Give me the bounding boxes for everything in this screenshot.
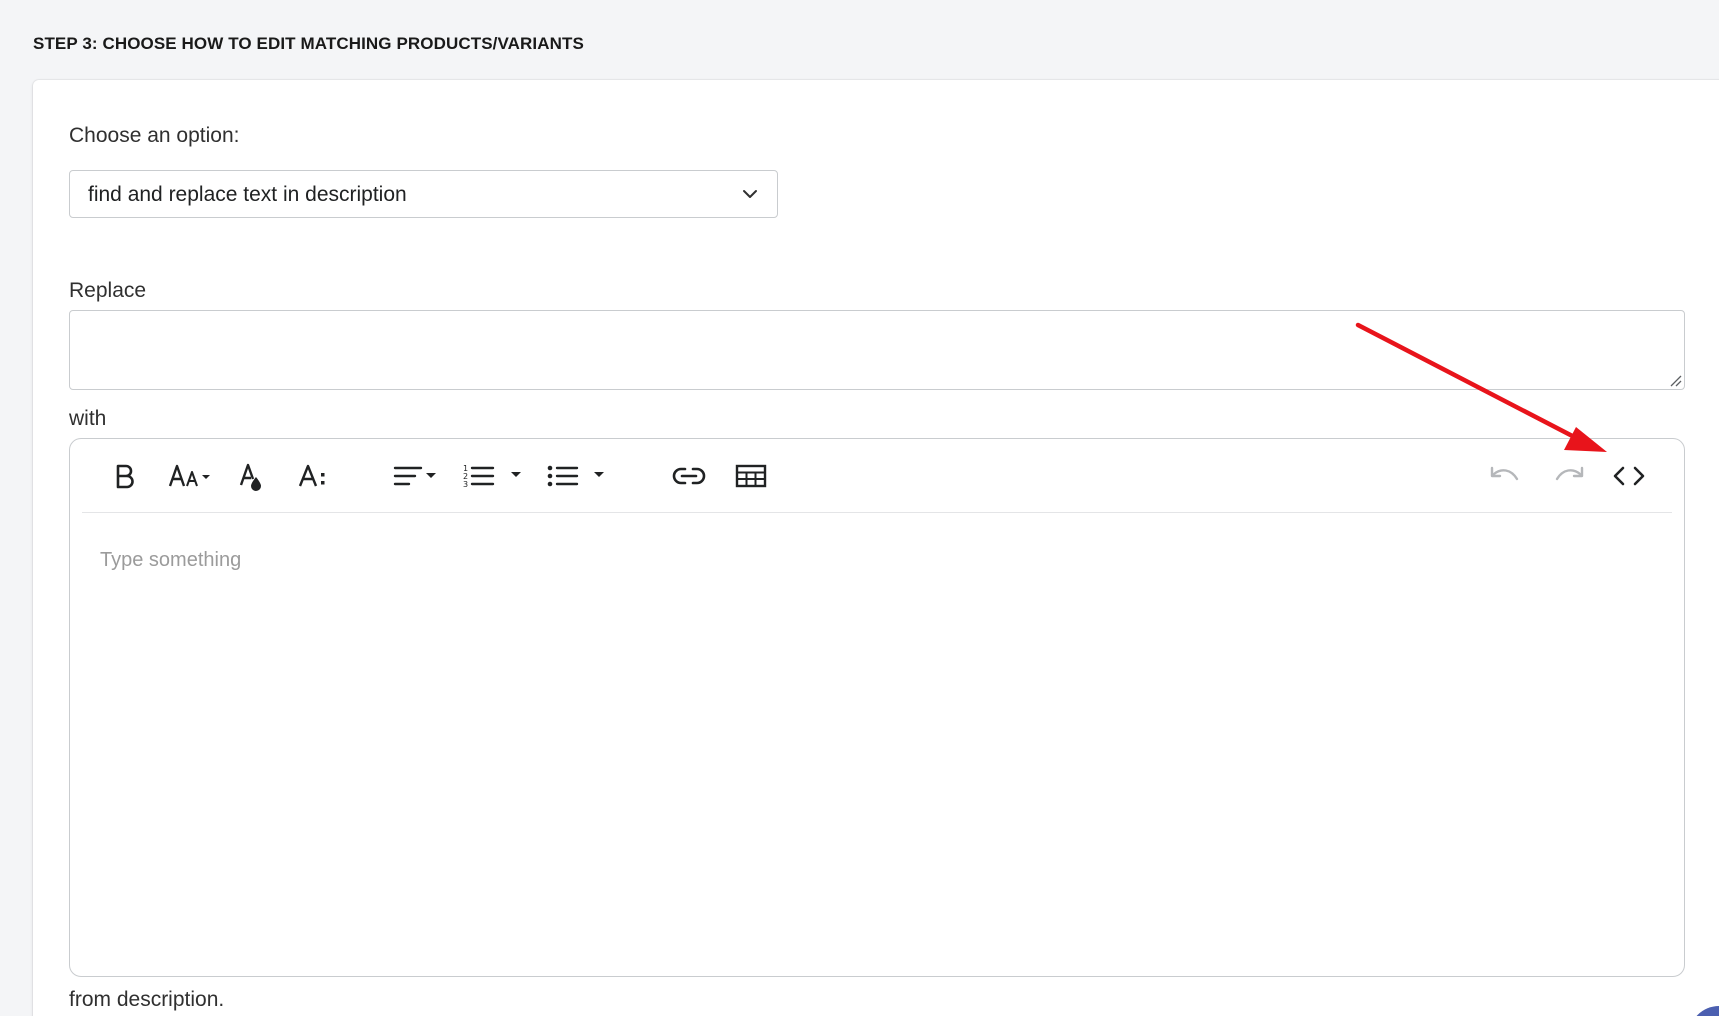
svg-text:3: 3 [463,480,468,489]
with-label: with [69,407,107,430]
chevron-down-icon [743,190,757,198]
option-select-value: find and replace text in description [88,183,407,206]
resize-grip-icon[interactable] [1668,373,1682,387]
undo-button[interactable] [1485,457,1525,495]
code-view-icon [1613,466,1645,486]
link-icon [672,467,706,485]
redo-button[interactable] [1549,457,1589,495]
ordered-list-icon: 1 2 3 [463,464,521,489]
undo-icon [1490,466,1519,481]
bold-button[interactable] [107,457,143,495]
replace-textarea[interactable] [69,310,1685,390]
editor-placeholder[interactable]: Type something [100,549,241,572]
font-size-icon [168,464,210,487]
align-button[interactable] [392,457,440,495]
code-view-button[interactable] [1609,457,1649,495]
redo-icon [1555,466,1584,481]
choose-option-label: Choose an option: [69,124,240,147]
text-style-icon [298,464,325,487]
bold-icon [116,464,134,489]
from-description-label: from description. [69,988,225,1011]
step-title: STEP 3: CHOOSE HOW TO EDIT MATCHING PROD… [33,34,584,53]
option-select[interactable]: find and replace text in description [69,170,778,218]
ordered-list-button[interactable]: 1 2 3 [462,457,526,495]
align-icon [393,466,436,486]
page: STEP 3: CHOOSE HOW TO EDIT MATCHING PROD… [0,0,1719,1016]
font-size-button[interactable] [167,457,219,495]
unordered-list-icon [547,465,604,487]
link-button[interactable] [669,457,709,495]
replace-label: Replace [69,279,147,302]
rich-text-editor: 1 2 3 Type something [69,438,1685,977]
text-color-button[interactable] [233,457,269,495]
editor-toolbar: 1 2 3 [82,439,1672,513]
table-icon [735,464,767,488]
unordered-list-button[interactable] [546,457,610,495]
text-color-icon [239,463,261,491]
table-button[interactable] [731,457,771,495]
text-style-button[interactable] [295,457,331,495]
